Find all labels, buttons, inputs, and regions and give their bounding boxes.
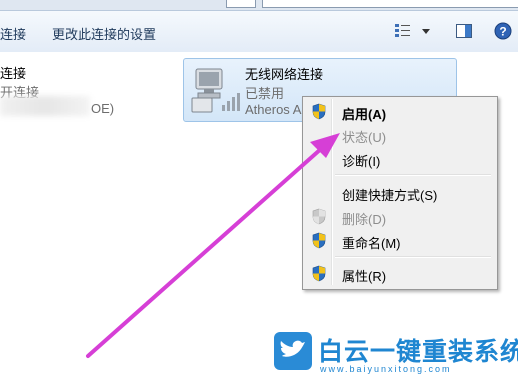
help-glyph: ? bbox=[499, 25, 506, 39]
uac-shield-icon bbox=[311, 103, 327, 120]
menu-item-properties[interactable]: 属性(R) bbox=[305, 262, 493, 284]
menu-item-create-shortcut[interactable]: 创建快捷方式(S) bbox=[305, 181, 493, 203]
address-bar-fragment bbox=[262, 0, 518, 8]
menu-item-enable[interactable]: 启用(A) bbox=[305, 100, 493, 122]
uac-shield-icon bbox=[311, 232, 327, 249]
bird-logo-icon bbox=[274, 332, 312, 370]
dropdown-arrow-icon[interactable] bbox=[420, 22, 432, 40]
menu-item-diagnose[interactable]: 诊断(I) bbox=[305, 147, 493, 169]
top-tab-fragment bbox=[226, 0, 256, 8]
watermark-brand: 白云一键重装系统 bbox=[318, 338, 518, 366]
blurred-redaction bbox=[0, 96, 90, 116]
wireless-connection-device: Atheros A bbox=[245, 102, 302, 117]
wireless-connection-name: 无线网络连接 bbox=[245, 67, 324, 82]
menu-item-label: 属性(R) bbox=[342, 269, 387, 284]
menu-item-status[interactable]: 状态(U) bbox=[305, 123, 493, 145]
menu-separator bbox=[335, 174, 491, 176]
left-connection-device: OE) bbox=[91, 101, 115, 116]
menu-item-label: 诊断(I) bbox=[342, 154, 381, 169]
view-options-icon[interactable] bbox=[394, 22, 412, 40]
menu-item-label: 创建快捷方式(S) bbox=[342, 188, 438, 203]
change-settings-button[interactable]: 更改此连接的设置 bbox=[52, 24, 156, 43]
uac-shield-icon bbox=[311, 208, 327, 225]
window-top-strip bbox=[0, 0, 518, 11]
menu-item-delete[interactable]: 删除(D) bbox=[305, 205, 493, 227]
wireless-connection-status: 已禁用 bbox=[245, 86, 285, 101]
left-connection-name[interactable]: 连接 bbox=[0, 63, 26, 82]
menu-item-rename[interactable]: 重命名(M) bbox=[305, 229, 493, 251]
menu-item-label: 重命名(M) bbox=[342, 236, 401, 251]
help-icon[interactable]: ? bbox=[494, 22, 512, 40]
watermark-url: www.baiyunxitong.com bbox=[320, 364, 452, 374]
preview-pane-icon[interactable] bbox=[455, 22, 473, 40]
menu-separator bbox=[335, 256, 491, 258]
uac-shield-icon bbox=[311, 265, 327, 282]
watermark-logo: 白云一键重装系统 www.baiyunxitong.com bbox=[274, 330, 518, 380]
menu-item-label: 删除(D) bbox=[342, 212, 387, 227]
menu-item-label: 启用(A) bbox=[342, 107, 387, 122]
context-menu: 启用(A) 状态(U) 诊断(I) 创建快捷方式(S) 删除(D) 重命名(M)… bbox=[302, 96, 498, 290]
menu-item-label: 状态(U) bbox=[342, 130, 387, 145]
connect-command-button[interactable]: 连接 bbox=[0, 24, 26, 43]
command-toolbar: 连接 更改此连接的设置 ? bbox=[0, 11, 518, 53]
wireless-adapter-icon bbox=[190, 65, 242, 115]
